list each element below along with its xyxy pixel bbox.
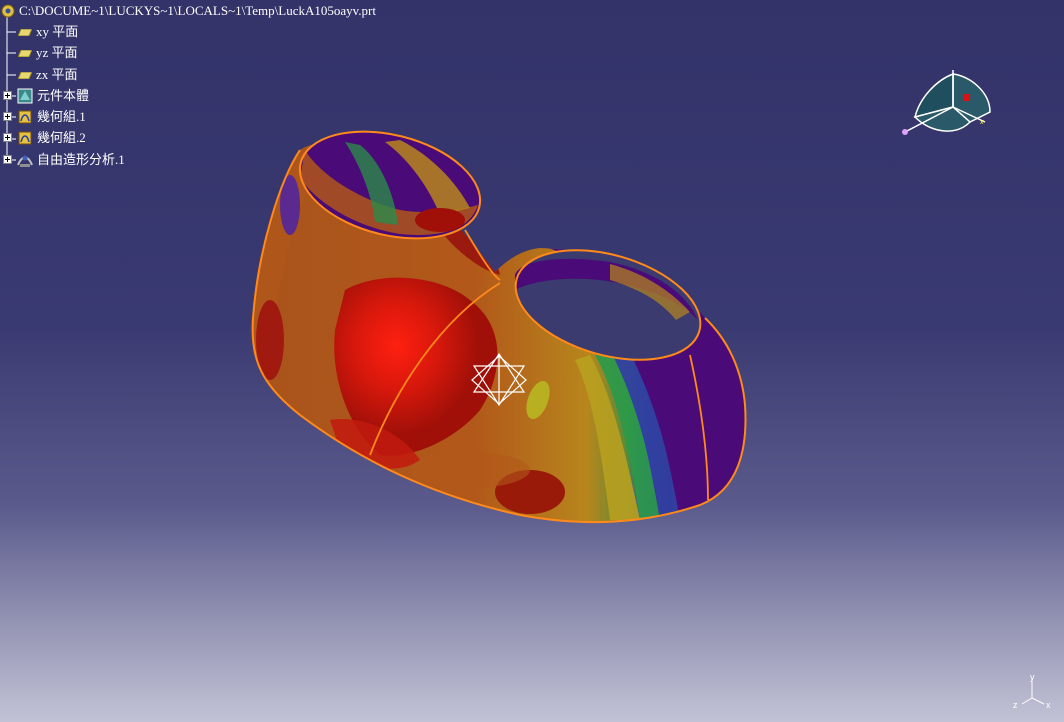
svg-text:x: x xyxy=(980,119,984,126)
plane-icon xyxy=(18,50,32,57)
tree-item-label: 自由造形分析.1 xyxy=(37,152,125,167)
axis-x-label: x xyxy=(1046,700,1051,710)
expand-icon[interactable] xyxy=(3,155,12,164)
plane-icon xyxy=(18,72,32,79)
expand-icon[interactable] xyxy=(3,91,12,100)
geometrical-set-icon xyxy=(18,131,32,145)
axis-y-label: y xyxy=(1030,672,1035,682)
specification-tree[interactable]: C:\DOCUME~1\LUCKYS~1\LOCALS~1\Temp\LuckA… xyxy=(0,0,420,175)
freestyle-analysis-icon xyxy=(17,155,33,167)
3d-viewport[interactable]: C:\DOCUME~1\LUCKYS~1\LOCALS~1\Temp\LuckA… xyxy=(0,0,1064,722)
axis-z-label: z xyxy=(1013,700,1018,710)
tree-root-label: C:\DOCUME~1\LUCKYS~1\LOCALS~1\Temp\LuckA… xyxy=(19,3,376,18)
expand-icon[interactable] xyxy=(3,133,12,142)
part-body-icon xyxy=(17,88,33,104)
plane-icon xyxy=(18,29,32,36)
tree-item-label: zx 平面 xyxy=(36,67,78,82)
part-file-icon xyxy=(1,4,15,18)
compass-icon[interactable]: x xyxy=(895,62,1000,147)
tree-item-label: yz 平面 xyxy=(36,45,78,60)
tree-item-label: 元件本體 xyxy=(37,88,90,103)
geometrical-set-icon xyxy=(18,110,32,124)
axis-indicator: y z x xyxy=(1013,672,1051,710)
expand-icon[interactable] xyxy=(3,112,12,121)
tree-item-label: xy 平面 xyxy=(36,24,79,39)
tree-item-label: 幾何組.2 xyxy=(37,130,86,145)
tree-item-label: 幾何組.1 xyxy=(37,109,86,124)
